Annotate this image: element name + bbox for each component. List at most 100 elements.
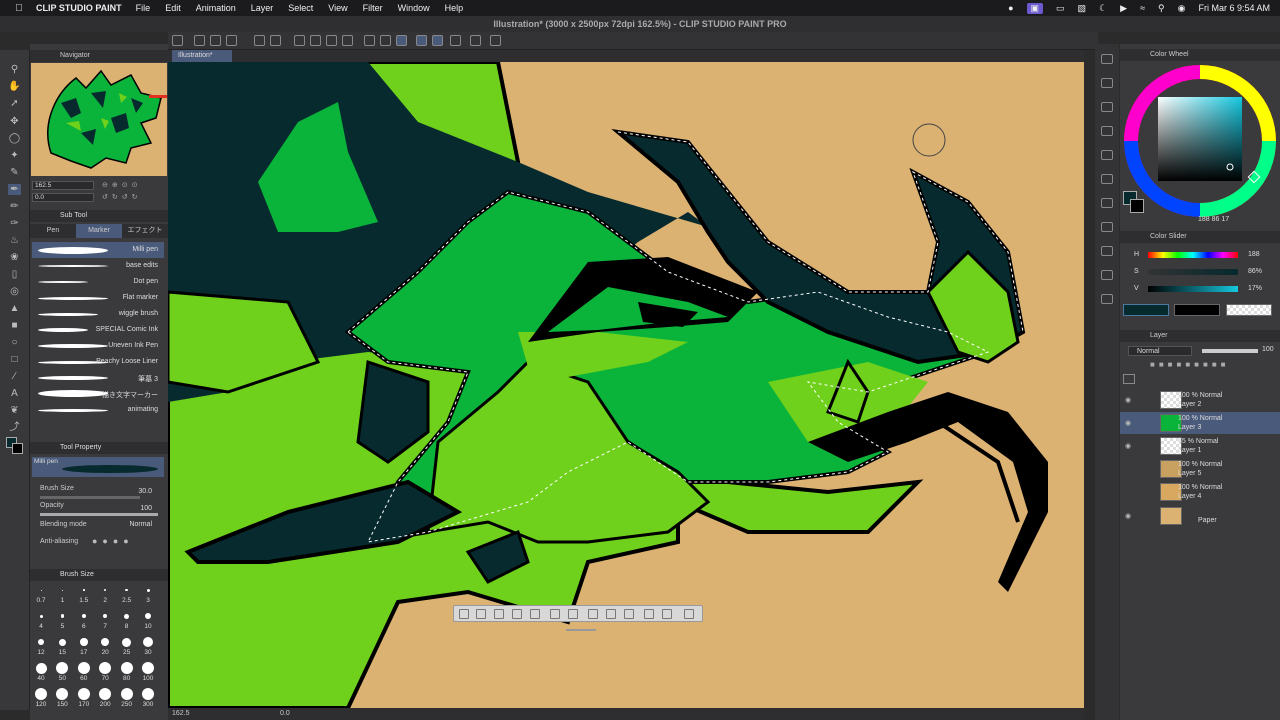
opacity-slider[interactable] [40, 513, 158, 516]
visibility-eye-icon[interactable]: ◉ [1125, 419, 1131, 427]
figure-icon[interactable]: ○ [8, 337, 21, 348]
status-icon-1[interactable]: ● [1008, 3, 1013, 13]
brush-size-dot[interactable] [145, 613, 151, 619]
moon-icon[interactable]: ☾ [1099, 3, 1107, 14]
search-icon[interactable] [1101, 54, 1113, 64]
brush-wiggle[interactable]: wiggle brush [32, 306, 164, 322]
screen-record-icon[interactable]: ▣ [1026, 2, 1044, 14]
transparent-color-box[interactable] [1226, 304, 1272, 316]
v-slider[interactable] [1148, 286, 1238, 292]
launcher-settings-icon[interactable] [684, 609, 694, 619]
brush-size-dot[interactable] [142, 662, 154, 674]
h-value[interactable]: 188 [1248, 251, 1260, 258]
brush-size-dot[interactable] [35, 688, 47, 700]
brush-special-comic-ink[interactable]: SPECIAL Comic Ink [32, 322, 164, 338]
layer-row-selected[interactable]: ◉ 100 % Normal Layer 3 [1120, 412, 1280, 434]
brush-size-dot[interactable] [120, 662, 133, 674]
decoration-icon[interactable]: ❀ [8, 252, 21, 263]
status-angle[interactable]: 0.0 [280, 710, 290, 717]
pencil-tool-icon[interactable]: ✏ [8, 201, 21, 212]
correct-line-icon[interactable]: ⤴ [8, 422, 21, 433]
history-icon[interactable] [1101, 102, 1113, 112]
blending-mode-select[interactable]: Normal [129, 521, 152, 528]
navigator-rotation-field[interactable]: 0.0 [32, 193, 94, 202]
material-icon[interactable] [1101, 78, 1113, 88]
text-tool-icon[interactable]: A [8, 388, 21, 399]
panel-icon-8[interactable] [1101, 222, 1113, 232]
menu-help[interactable]: Help [445, 3, 464, 13]
launcher-icon-2[interactable] [476, 609, 486, 619]
layer-toolbar[interactable]: ■■■■■■■■■ [1150, 360, 1276, 370]
brush-milli-pen[interactable]: Milli pen [32, 242, 164, 258]
launcher-icon-3[interactable] [494, 609, 504, 619]
antialias-options[interactable]: ●●●● [92, 536, 152, 547]
status-zoom[interactable]: 162.5 [172, 710, 190, 717]
operation-tool-icon[interactable]: ➚ [8, 98, 21, 109]
layer-row[interactable]: 100 % Normal Layer 5 [1120, 458, 1280, 480]
snap-special-ruler-icon[interactable] [432, 35, 443, 46]
spotlight-icon[interactable]: ⚲ [1158, 3, 1165, 14]
app-name-menu[interactable]: CLIP STUDIO PAINT [36, 3, 122, 13]
clear-icon[interactable] [294, 35, 305, 46]
current-color-box[interactable] [1123, 304, 1169, 316]
layer-name[interactable]: Layer 5 [1178, 470, 1201, 477]
layer-name[interactable]: Paper [1198, 517, 1217, 524]
zoom-tool-icon[interactable]: ⚲ [8, 64, 21, 75]
brush-size-dot[interactable] [77, 688, 90, 700]
layer-row-paper[interactable]: ◉ Paper [1120, 505, 1280, 527]
brush-size-dot[interactable] [77, 662, 90, 674]
brush-flat-marker[interactable]: Flat marker [32, 290, 164, 306]
brush-size-dot[interactable] [38, 639, 44, 645]
frame-icon[interactable]: □ [8, 354, 21, 365]
visibility-eye-icon[interactable]: ◉ [1125, 512, 1131, 520]
brush-dot-pen[interactable]: Dot pen [32, 274, 164, 290]
play-icon[interactable]: ▶ [1120, 3, 1127, 14]
brush-size-slider[interactable] [40, 496, 140, 499]
hand-tool-icon[interactable]: ✋ [8, 81, 21, 92]
save-icon[interactable] [210, 35, 221, 46]
ruler-icon[interactable]: ∕ [8, 371, 21, 382]
brush-peachy-loose-liner[interactable]: Peachy Loose Liner [32, 354, 164, 370]
eraser-icon[interactable]: ▯ [8, 269, 21, 280]
menu-layer[interactable]: Layer [251, 3, 274, 13]
menu-filter[interactable]: Filter [363, 3, 383, 13]
fill-selection-icon[interactable] [326, 35, 337, 46]
layer-opacity-slider[interactable] [1202, 349, 1258, 353]
export-icon[interactable] [226, 35, 237, 46]
brush-size-dot[interactable] [80, 638, 88, 646]
h-slider[interactable] [1148, 252, 1238, 258]
tab-effect[interactable]: エフェクト [122, 224, 168, 238]
brush-size-dot[interactable] [81, 614, 86, 618]
new-icon[interactable] [172, 35, 183, 46]
fill-icon[interactable]: ▲ [8, 303, 21, 314]
brush-size-dot[interactable] [125, 588, 128, 592]
panel-icon-7[interactable] [1101, 198, 1113, 208]
eyedropper-icon[interactable]: ✎ [8, 167, 21, 178]
sub-color-chip[interactable] [1130, 199, 1144, 213]
menu-edit[interactable]: Edit [165, 3, 181, 13]
brush-size-dot[interactable] [61, 589, 63, 591]
brush-animating[interactable]: animating [32, 402, 164, 418]
airbrush-icon[interactable]: ♨ [8, 235, 21, 246]
launcher-icon-10[interactable] [624, 609, 634, 619]
gradient-icon[interactable]: ■ [8, 320, 21, 331]
invert-selection-icon[interactable] [380, 35, 391, 46]
menu-view[interactable]: View [328, 3, 347, 13]
brush-egaki-moji-marker[interactable]: 描き文字マーカー [32, 386, 164, 402]
snap-grid-icon[interactable] [450, 35, 461, 46]
launcher-icon-6[interactable] [550, 609, 560, 619]
canvas-tab[interactable]: Illustration* [172, 50, 232, 62]
redo-icon[interactable] [270, 35, 281, 46]
layer-panel-menu-icon[interactable] [1123, 374, 1135, 384]
brush-size-dot[interactable] [58, 638, 66, 646]
zoom-buttons[interactable]: ⊖⊕⊙⊙ [102, 181, 162, 190]
brush-size-dot[interactable] [124, 613, 130, 619]
launcher-icon-4[interactable] [512, 609, 522, 619]
launcher-icon-1[interactable] [459, 609, 469, 619]
layer-row[interactable]: ◉ 45 % Normal Layer 1 [1120, 435, 1280, 457]
layer-name[interactable]: Layer 3 [1178, 424, 1201, 431]
menu-file[interactable]: File [136, 3, 151, 13]
panel-icon-6[interactable] [1101, 174, 1113, 184]
layer-name[interactable]: Layer 2 [1178, 401, 1201, 408]
launcher-icon-9[interactable] [606, 609, 616, 619]
